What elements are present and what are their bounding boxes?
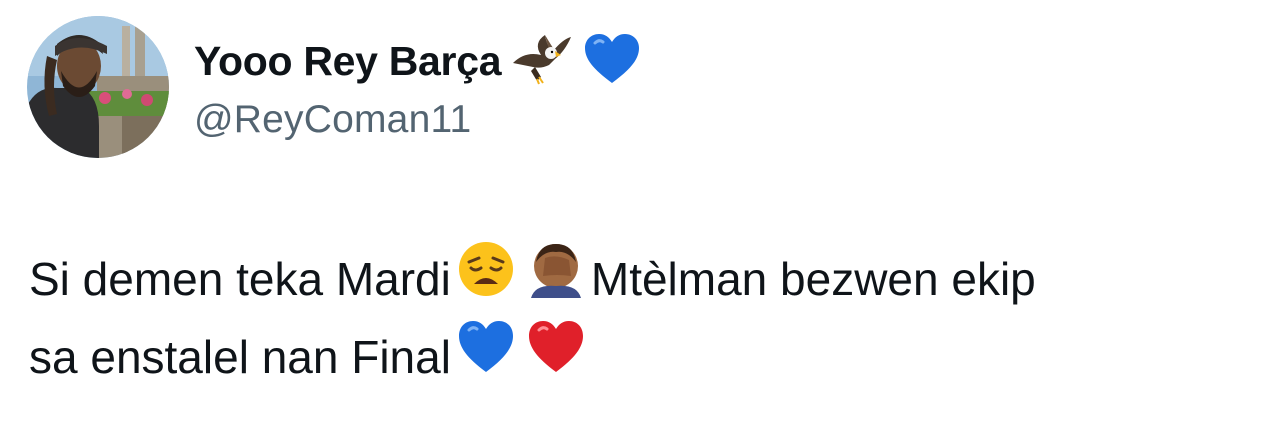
eagle-icon [511,33,573,90]
blue-heart-icon [583,33,641,90]
red-heart-icon [527,320,585,394]
tweet-text-segment: Mtèlman bezwen ekip [590,253,1036,306]
display-name[interactable]: Yooo Rey Barça [194,38,502,85]
tweet-text-segment: sa enstalel nan Final [29,331,451,383]
author-name-row[interactable]: Yooo Rey Barça [194,33,641,90]
blue-heart-icon [457,320,515,394]
facepalm-icon [527,240,585,318]
weary-face-icon [457,240,515,318]
author-handle[interactable]: @ReyComan11 [194,98,471,142]
avatar[interactable] [27,16,169,158]
tweet-text-segment: Si demen teka Mardi [29,253,451,306]
tweet-text: Si demen teka Mardi Mtèlman bezwen ekip s… [29,242,1259,398]
